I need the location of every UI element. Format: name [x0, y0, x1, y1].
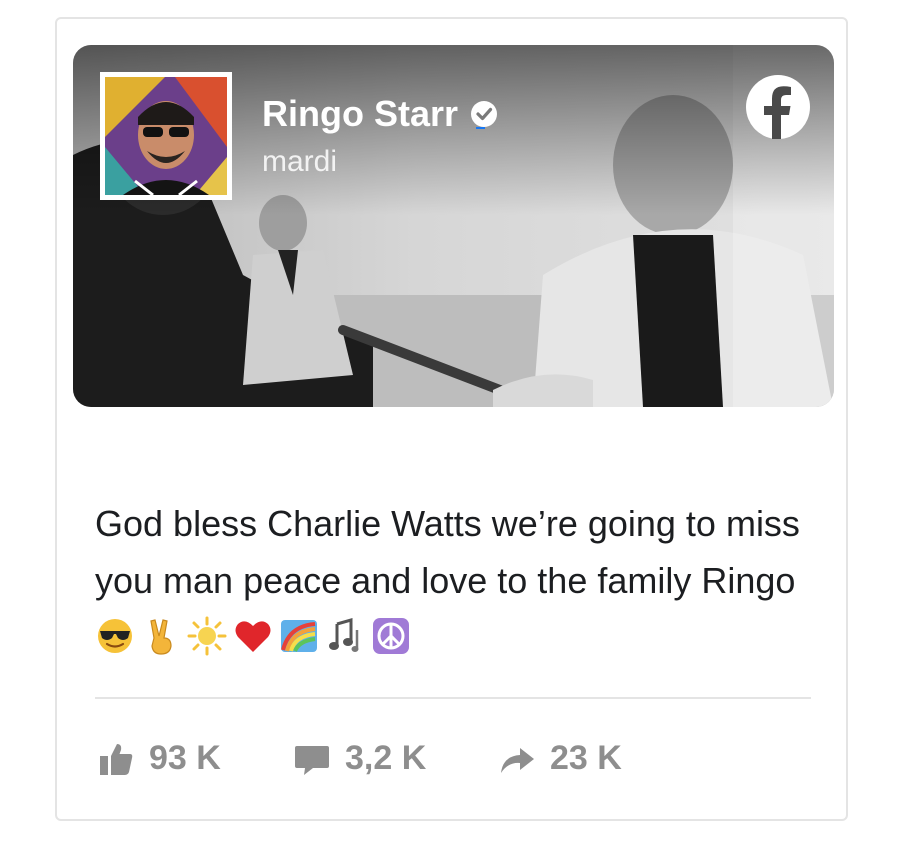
post-photo[interactable]: Ringo Starr mardi: [73, 45, 834, 407]
speech-bubble-icon: [295, 745, 329, 775]
smiling-face-with-sunglasses-icon: [98, 619, 132, 654]
emoji-row: [95, 616, 411, 656]
share-arrow-icon: [501, 747, 534, 773]
verified-badge-icon: [471, 101, 498, 129]
red-heart-icon: [235, 621, 271, 653]
post-message: God bless Charlie Watts we’re going to m…: [95, 503, 800, 601]
like-button[interactable]: 93 K: [97, 739, 293, 778]
facebook-icon[interactable]: [744, 73, 812, 141]
facebook-post-card: Ringo Starr mardi God bless Charlie Watt…: [55, 17, 848, 821]
rainbow-icon: [281, 620, 317, 653]
author-name[interactable]: Ringo Starr: [262, 93, 458, 135]
victory-hand-icon: [150, 619, 172, 656]
avatar-image: [105, 77, 227, 195]
post-text: God bless Charlie Watts we’re going to m…: [95, 495, 811, 666]
engagement-stats: 93 K 3,2 K 23 K: [97, 739, 622, 778]
sun-icon: [187, 616, 227, 656]
author-row: Ringo Starr: [262, 93, 500, 135]
thumbs-up-icon: [100, 743, 133, 775]
share-button[interactable]: 23 K: [498, 739, 622, 778]
share-count: 23 K: [550, 739, 622, 777]
comment-button[interactable]: 3,2 K: [293, 739, 498, 778]
peace-symbol-icon: [373, 618, 409, 655]
avatar[interactable]: [100, 72, 232, 200]
divider: [95, 697, 811, 699]
like-count: 93 K: [149, 739, 221, 777]
comment-count: 3,2 K: [345, 739, 427, 777]
musical-notes-icon: [329, 618, 359, 653]
post-date[interactable]: mardi: [262, 145, 337, 179]
